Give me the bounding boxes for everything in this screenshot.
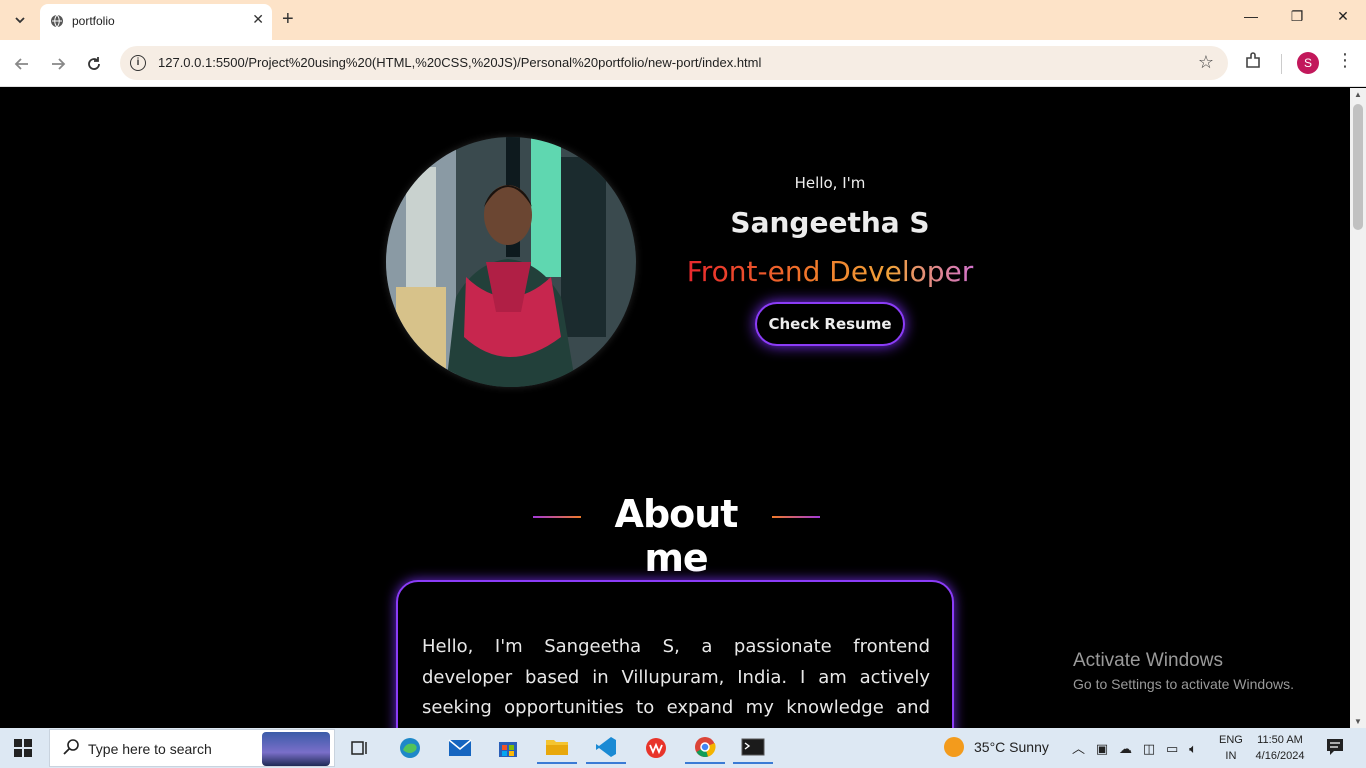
reload-icon: [88, 57, 100, 70]
search-highlight-image: [262, 732, 330, 766]
store-icon[interactable]: [488, 732, 528, 764]
taskbar-search[interactable]: Type here to search: [49, 729, 335, 767]
site-info-icon[interactable]: i: [130, 55, 146, 71]
activate-windows-watermark: Activate Windows Go to Settings to activ…: [1073, 650, 1294, 692]
search-icon: [63, 739, 79, 755]
search-placeholder: Type here to search: [88, 741, 212, 757]
system-tray-icons[interactable]: ︿ ▣ ☁ ◫ ▭ 🔈︎: [1072, 738, 1197, 757]
address-bar[interactable]: i 127.0.0.1:5500/Project%20using%20(HTML…: [120, 46, 1228, 80]
scroll-down-icon[interactable]: ▼: [1354, 717, 1362, 726]
page-content: Hello, I'm Sangeetha S Front-end Develop…: [0, 88, 1350, 728]
notification-icon[interactable]: [1326, 738, 1344, 759]
back-button[interactable]: [10, 52, 34, 76]
mail-icon[interactable]: [440, 732, 480, 764]
hero-intro: Hello, I'm Sangeetha S Front-end Develop…: [680, 174, 980, 346]
about-paragraph: Hello, I'm Sangeetha S, a passionate fro…: [422, 636, 930, 728]
about-heading: About me: [530, 488, 822, 580]
app-tray-icon[interactable]: ▣: [1096, 741, 1108, 756]
language-indicator[interactable]: ENG IN: [1219, 732, 1243, 764]
task-view-icon[interactable]: [340, 732, 380, 764]
more-menu-icon[interactable]: ⋮: [1336, 50, 1354, 71]
hero-greeting: Hello, I'm: [794, 174, 866, 192]
chrome-icon[interactable]: [685, 732, 725, 764]
chevron-up-icon[interactable]: ︿: [1072, 741, 1085, 756]
terminal-icon[interactable]: [733, 732, 773, 764]
volume-icon[interactable]: 🔈︎: [1189, 741, 1197, 756]
tab-strip: portfolio ✕ + — ❐ ✕: [0, 0, 1366, 40]
close-tab-icon[interactable]: ✕: [252, 11, 264, 28]
heading-divider-left: [533, 516, 581, 518]
toolbar-separator: [1281, 54, 1282, 74]
browser-tab[interactable]: portfolio ✕: [40, 4, 272, 40]
hero-role: Front-end Developer: [680, 255, 980, 288]
hero-name: Sangeetha S: [730, 206, 930, 239]
weather-text: 35°C Sunny: [974, 739, 1049, 755]
watermark-subtitle: Go to Settings to activate Windows.: [1073, 676, 1294, 692]
extensions-icon[interactable]: [1244, 52, 1262, 75]
windows-start-icon[interactable]: [14, 739, 32, 757]
scroll-thumb[interactable]: [1353, 104, 1363, 230]
reload-button[interactable]: [82, 52, 106, 76]
forward-button[interactable]: [46, 52, 70, 76]
lang-region: IN: [1225, 750, 1237, 762]
close-window-button[interactable]: ✕: [1320, 8, 1366, 32]
clock-time: 11:50 AM: [1257, 734, 1303, 746]
cloud-icon[interactable]: ☁: [1119, 741, 1132, 756]
wps-office-icon[interactable]: [636, 732, 676, 764]
restore-button[interactable]: ❐: [1274, 8, 1320, 32]
new-tab-button[interactable]: +: [282, 8, 294, 30]
sun-icon: [944, 737, 964, 757]
weather-widget[interactable]: 35°C Sunny: [944, 737, 1049, 757]
bookmark-star-icon[interactable]: ☆: [1198, 52, 1214, 73]
lang-code: ENG: [1219, 734, 1243, 746]
chevron-down-icon: [15, 17, 25, 24]
arrow-right-icon: [52, 58, 66, 70]
clock[interactable]: 11:50 AM 4/16/2024: [1252, 732, 1308, 764]
tab-search-button[interactable]: [6, 6, 34, 34]
watermark-title: Activate Windows: [1073, 650, 1223, 671]
vscode-icon[interactable]: [586, 732, 626, 764]
url-text[interactable]: 127.0.0.1:5500/Project%20using%20(HTML,%…: [158, 55, 761, 70]
network-icon[interactable]: ▭: [1166, 741, 1178, 756]
windows-taskbar: Type here to search 35°C Sunny ︿ ▣ ☁ ◫ ▭: [0, 728, 1366, 768]
minimize-button[interactable]: —: [1228, 8, 1274, 32]
page-scrollbar[interactable]: ▲ ▼: [1350, 88, 1366, 728]
tab-title: portfolio: [72, 14, 115, 28]
meet-icon[interactable]: ◫: [1143, 741, 1155, 756]
heading-divider-right: [772, 516, 820, 518]
profile-photo: [386, 137, 636, 387]
clock-date: 4/16/2024: [1255, 750, 1305, 762]
about-title: About me: [614, 492, 739, 580]
browser-toolbar: i 127.0.0.1:5500/Project%20using%20(HTML…: [0, 40, 1366, 87]
edge-browser-icon[interactable]: [390, 732, 430, 764]
file-explorer-icon[interactable]: [537, 732, 577, 764]
arrow-left-icon: [14, 58, 28, 70]
scroll-up-icon[interactable]: ▲: [1354, 90, 1362, 99]
profile-avatar[interactable]: S: [1297, 52, 1319, 74]
globe-icon: [51, 14, 63, 28]
about-card: Hello, I'm Sangeetha S, a passionate fro…: [396, 580, 954, 728]
check-resume-button[interactable]: Check Resume: [755, 302, 905, 346]
